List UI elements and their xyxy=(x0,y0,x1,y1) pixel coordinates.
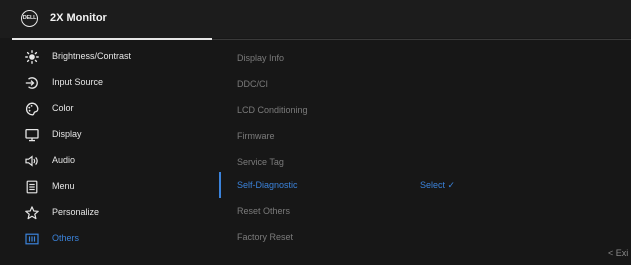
star-icon xyxy=(25,206,39,220)
menu-underline-active xyxy=(12,38,212,40)
monitor-osd: DELL 2X Monitor Brightness/Contrast Inpu… xyxy=(0,0,631,265)
menu-item-audio[interactable]: Audio xyxy=(12,148,212,174)
menu-item-display[interactable]: Display xyxy=(12,122,212,148)
brightness-icon xyxy=(25,50,39,64)
submenu-item-ddc-ci[interactable]: DDC/CI xyxy=(237,79,268,99)
menu-label: Audio xyxy=(52,155,76,165)
selection-indicator xyxy=(219,172,221,198)
menu-label: Menu xyxy=(52,181,75,191)
menu-item-brightness-contrast[interactable]: Brightness/Contrast xyxy=(12,44,212,70)
others-icon xyxy=(25,232,39,246)
exit-button[interactable]: < Exi xyxy=(608,248,628,258)
submenu-item-firmware[interactable]: Firmware xyxy=(237,131,275,151)
menu-label: Brightness/Contrast xyxy=(52,51,132,61)
input-source-icon xyxy=(25,76,39,90)
monitor-title: 2X Monitor xyxy=(50,12,107,24)
submenu-item-self-diagnostic[interactable]: Self-Diagnostic xyxy=(237,180,298,200)
menu-label: Others xyxy=(52,233,80,243)
submenu-item-lcd-conditioning[interactable]: LCD Conditioning xyxy=(237,105,308,125)
menu-label: Personalize xyxy=(52,207,100,217)
menu-item-input-source[interactable]: Input Source xyxy=(12,70,212,96)
menu-label: Color xyxy=(52,103,74,113)
submenu-item-service-tag[interactable]: Service Tag xyxy=(237,157,284,177)
menu-document-icon xyxy=(25,180,39,194)
menu-item-others[interactable]: Others xyxy=(12,226,212,252)
menu-label: Input Source xyxy=(52,77,104,87)
submenu-item-display-info[interactable]: Display Info xyxy=(237,53,284,73)
color-palette-icon xyxy=(25,102,39,116)
menu-item-color[interactable]: Color xyxy=(12,96,212,122)
menu-label: Display xyxy=(52,129,82,139)
submenu-item-reset-others[interactable]: Reset Others xyxy=(237,206,290,226)
header-divider xyxy=(212,38,631,40)
dell-logo: DELL xyxy=(21,10,38,27)
osd-header: DELL 2X Monitor xyxy=(0,0,631,38)
audio-icon xyxy=(25,154,39,168)
menu-item-personalize[interactable]: Personalize xyxy=(12,200,212,226)
submenu-item-factory-reset[interactable]: Factory Reset xyxy=(237,232,293,252)
self-diagnostic-select-button[interactable]: Select ✓ xyxy=(420,180,455,191)
display-icon xyxy=(25,128,39,142)
menu-item-menu[interactable]: Menu xyxy=(12,174,212,200)
